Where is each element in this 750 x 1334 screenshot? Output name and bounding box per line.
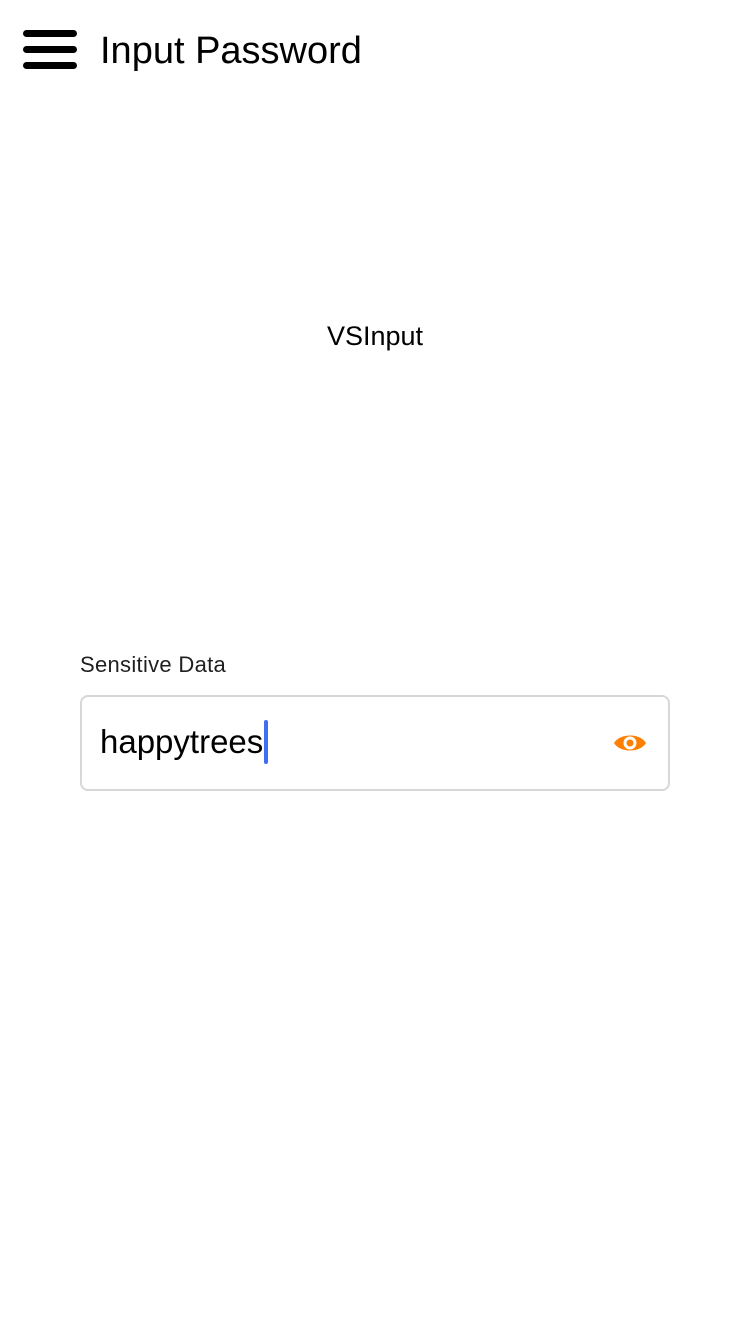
password-input[interactable]: happytrees [80, 695, 670, 791]
app-screen: Input Password VSInput Sensitive Data ha… [0, 0, 750, 1334]
text-caret [264, 720, 269, 764]
password-input-value: happytrees [100, 723, 264, 760]
page-title: Input Password [100, 30, 362, 72]
app-header: Input Password [0, 0, 750, 104]
component-name-label: VSInput [326, 321, 424, 351]
password-input-value-wrap: happytrees [100, 720, 269, 764]
menu-button[interactable] [22, 28, 78, 72]
show-password-toggle[interactable] [612, 729, 648, 757]
eye-icon [612, 729, 648, 757]
hamburger-menu-icon [22, 28, 78, 72]
sensitive-data-label: Sensitive Data [80, 652, 227, 677]
